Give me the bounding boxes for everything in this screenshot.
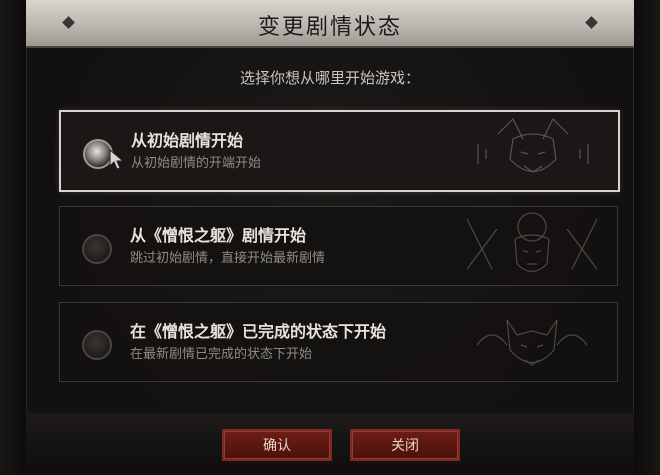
option-description: 在最新剧情已完成的状态下开始 bbox=[130, 347, 313, 362]
close-button[interactable]: 关闭 bbox=[350, 429, 460, 461]
dialog-title: 变更剧情状态 bbox=[257, 15, 402, 40]
option-title: 从初始剧情开始 bbox=[131, 131, 244, 150]
confirm-button[interactable]: 确认 bbox=[222, 429, 332, 461]
option-start-vessel-of-hatred-completed[interactable]: 在《憎恨之躯》已完成的状态下开始 在最新剧情已完成的状态下开始 bbox=[59, 302, 618, 382]
option-description: 跳过初始剧情，直接开始最新剧情 bbox=[130, 251, 326, 266]
wolf-head-icon bbox=[476, 319, 588, 366]
prompt-text: 选择你想从哪里开始游戏： bbox=[239, 69, 420, 87]
radio-button[interactable] bbox=[82, 234, 112, 264]
dialog-titlebar: 变更剧情状态 bbox=[26, 0, 634, 48]
option-start-vessel-of-hatred[interactable]: 从《憎恨之躯》剧情开始 跳过初始剧情，直接开始最新剧情 bbox=[59, 206, 618, 286]
option-description: 从初始剧情的开端开始 bbox=[131, 156, 262, 171]
mouse-cursor-icon bbox=[109, 148, 125, 170]
masked-figure-icon bbox=[466, 212, 598, 273]
option-title: 从《憎恨之躯》剧情开始 bbox=[130, 226, 307, 245]
option-title: 在《憎恨之躯》已完成的状态下开始 bbox=[130, 322, 387, 341]
change-story-state-dialog: 变更剧情状态 选择你想从哪里开始游戏： 从初始剧情开始 从初始剧情的开端开始 从… bbox=[0, 0, 660, 475]
demon-head-icon bbox=[477, 117, 589, 173]
option-start-initial-story[interactable]: 从初始剧情开始 从初始剧情的开端开始 bbox=[59, 110, 620, 192]
radio-button[interactable] bbox=[82, 330, 112, 360]
